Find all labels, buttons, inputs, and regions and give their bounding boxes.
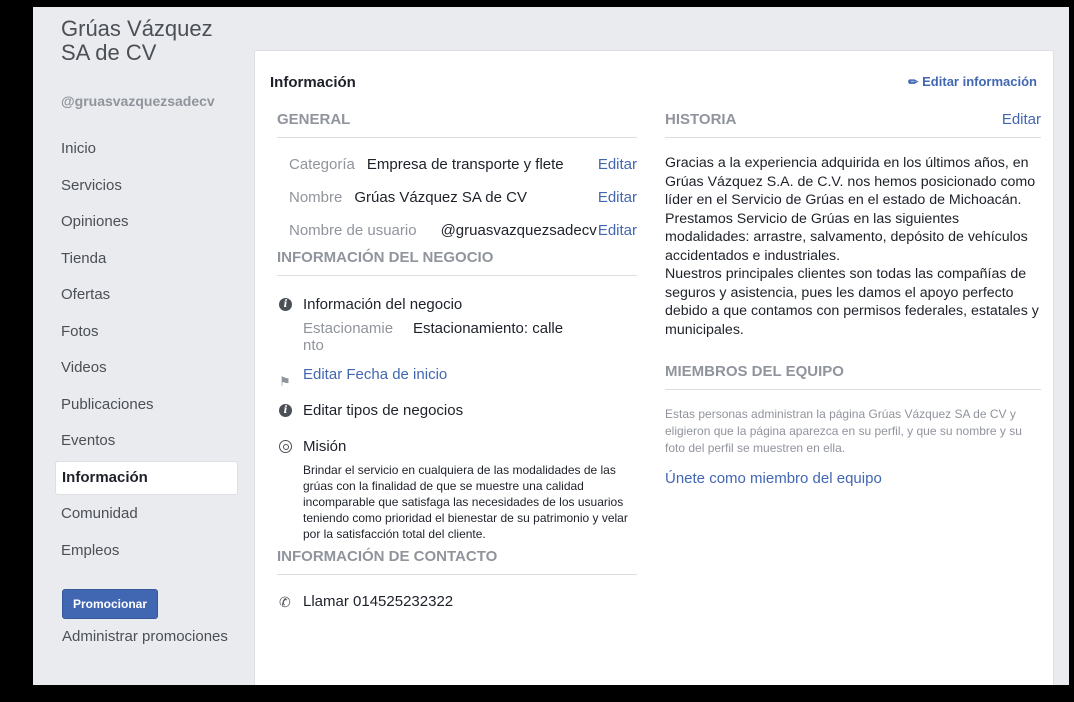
sidebar-item-comunidad[interactable]: Comunidad bbox=[55, 497, 238, 531]
phone-icon: ✆ bbox=[279, 594, 291, 610]
flag-icon: ⚑ bbox=[279, 374, 291, 389]
category-value: Empresa de transporte y flete bbox=[366, 156, 564, 173]
parking-key: Estacionamiento bbox=[303, 320, 394, 354]
username-key: Nombre de usuario bbox=[289, 222, 417, 239]
sidebar-item-videos[interactable]: Videos bbox=[55, 351, 238, 385]
right-column: HISTORIA Editar Gracias a la experiencia… bbox=[665, 111, 1041, 487]
contact-heading-text: INFORMACIÓN DE CONTACTO bbox=[277, 548, 498, 565]
mission-label: Misión bbox=[303, 438, 347, 455]
promote-button[interactable]: Promocionar bbox=[62, 589, 158, 619]
sidebar-item-publicaciones[interactable]: Publicaciones bbox=[55, 388, 238, 422]
sidebar-nav: Inicio Servicios Opiniones Tienda Oferta… bbox=[55, 132, 238, 570]
left-column: GENERAL Categoría Empresa de transporte y… bbox=[277, 111, 637, 617]
mission-text: Brindar el servicio en cualquiera de las… bbox=[303, 463, 628, 541]
parking-row: Estacionamiento Estacionamiento: calle bbox=[277, 320, 637, 360]
page-frame: Grúas Vázquez SA de CV @gruasvazquezsade… bbox=[33, 7, 1069, 685]
phone-label: Llamar 014525232322 bbox=[303, 593, 454, 610]
username-value: @gruasvazquezsadecv bbox=[440, 222, 597, 239]
team-heading-text: MIEMBROS DEL EQUIPO bbox=[665, 363, 844, 380]
history-heading: HISTORIA Editar bbox=[665, 111, 1041, 138]
start-date-row: ⚑ Editar Fecha de inicio bbox=[277, 360, 637, 390]
page-username[interactable]: @gruasvazquezsadecv bbox=[61, 93, 215, 109]
edit-business-types-label[interactable]: Editar tipos de negocios bbox=[303, 402, 463, 419]
sidebar-item-informacion[interactable]: Información bbox=[55, 460, 238, 495]
name-row: Nombre Grúas Vázquez SA de CV Editar bbox=[277, 181, 637, 214]
business-info-row: i Información del negocio bbox=[277, 290, 637, 320]
sidebar-item-inicio[interactable]: Inicio bbox=[55, 132, 238, 166]
history-heading-text: HISTORIA bbox=[665, 111, 737, 128]
sidebar-item-fotos[interactable]: Fotos bbox=[55, 315, 238, 349]
general-heading-text: GENERAL bbox=[277, 111, 351, 128]
category-row: Categoría Empresa de transporte y flete E… bbox=[277, 148, 637, 181]
history-text: Gracias a la experiencia adquirida en lo… bbox=[665, 155, 1039, 338]
category-key: Categoría bbox=[289, 156, 355, 173]
sidebar-item-ofertas[interactable]: Ofertas bbox=[55, 278, 238, 312]
pencil-icon: ✏ bbox=[908, 75, 919, 89]
team-description: Estas personas administran la página Grú… bbox=[665, 407, 1022, 455]
business-info-label: Información del negocio bbox=[303, 296, 463, 313]
edit-history-link[interactable]: Editar bbox=[1002, 111, 1041, 128]
business-heading: INFORMACIÓN DEL NEGOCIO bbox=[277, 249, 637, 276]
edit-start-date-link[interactable]: Editar Fecha de inicio bbox=[303, 366, 447, 383]
username-row: Nombre de usuario @gruasvazquezsadecv Edi… bbox=[277, 214, 637, 247]
parking-value: Estacionamiento: calle bbox=[413, 320, 564, 337]
edit-username-link[interactable]: Editar bbox=[598, 214, 637, 247]
page-name[interactable]: Grúas Vázquez SA de CV bbox=[61, 17, 236, 65]
sidebar-item-empleos[interactable]: Empleos bbox=[55, 534, 238, 568]
sidebar-item-tienda[interactable]: Tienda bbox=[55, 242, 238, 276]
sidebar-item-servicios[interactable]: Servicios bbox=[55, 169, 238, 203]
contact-heading: INFORMACIÓN DE CONTACTO bbox=[277, 548, 637, 575]
name-value: Grúas Vázquez SA de CV bbox=[354, 189, 527, 206]
join-team-link[interactable]: Únete como miembro del equipo bbox=[665, 470, 1041, 487]
edit-info-label: Editar información bbox=[922, 74, 1037, 89]
team-heading: MIEMBROS DEL EQUIPO bbox=[665, 363, 1041, 390]
business-types-row: i Editar tipos de negocios bbox=[277, 396, 637, 426]
edit-info-button[interactable]: ✏ Editar información bbox=[908, 74, 1037, 89]
general-heading: GENERAL bbox=[277, 111, 637, 138]
phone-row[interactable]: ✆ Llamar 014525232322 bbox=[277, 587, 637, 617]
sidebar: Grúas Vázquez SA de CV @gruasvazquezsade… bbox=[33, 7, 243, 685]
business-heading-text: INFORMACIÓN DEL NEGOCIO bbox=[277, 249, 494, 266]
about-card: Información ✏ Editar información GENERAL … bbox=[254, 50, 1054, 685]
sidebar-item-eventos[interactable]: Eventos bbox=[55, 424, 238, 458]
sidebar-item-opiniones[interactable]: Opiniones bbox=[55, 205, 238, 239]
manage-promotions-link[interactable]: Administrar promociones bbox=[62, 628, 228, 645]
info-icon: i bbox=[279, 404, 292, 417]
about-title: Información bbox=[270, 74, 356, 91]
mission-row: Misión bbox=[277, 432, 637, 462]
edit-category-link[interactable]: Editar bbox=[598, 148, 637, 181]
info-icon: i bbox=[279, 298, 292, 311]
edit-name-link[interactable]: Editar bbox=[598, 181, 637, 214]
name-key: Nombre bbox=[289, 189, 343, 206]
target-icon bbox=[279, 440, 292, 453]
